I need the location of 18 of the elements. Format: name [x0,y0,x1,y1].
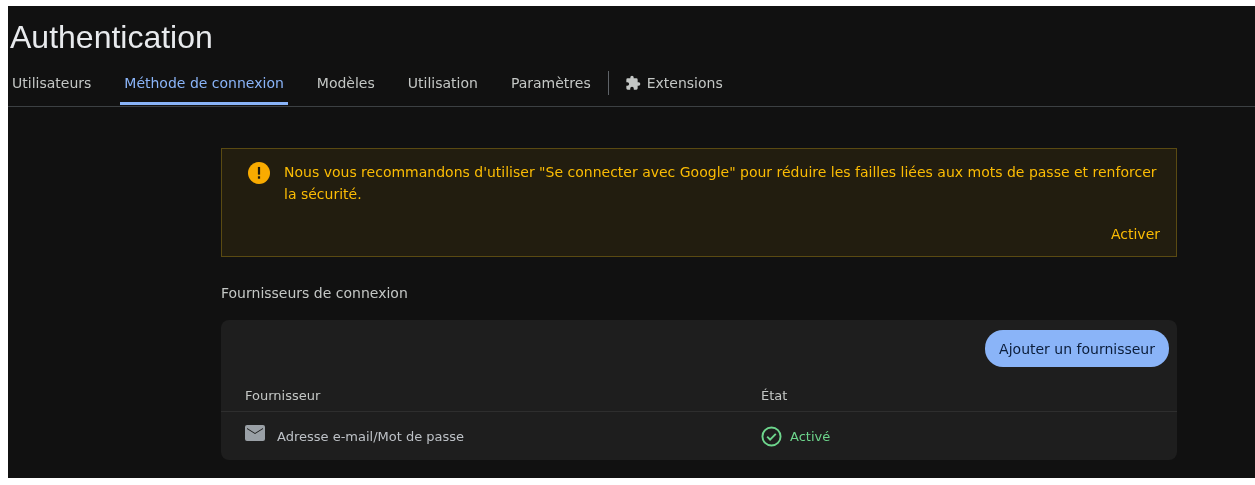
column-header: Fournisseur [245,388,322,405]
page-title: Authentication [9,18,214,57]
tab[interactable]: Utilisateurs [8,61,96,105]
tab[interactable]: Extensions [620,61,727,105]
warning-message: Nous vous recommandons d'utiliser "Se connecter avec Google" pour réduire les failles liées aux mots de passe et renforcer la sécurité. [284,163,1158,204]
tab[interactable]: Utilisation [403,61,482,105]
column-header: État [761,388,789,405]
tab[interactable]: Paramètres [506,61,595,105]
status-text: Activé [790,428,831,444]
section-heading: Fournisseurs de connexion [221,285,409,301]
activate-link[interactable]: Activer [1110,222,1160,246]
tab[interactable]: Modèles [312,61,379,105]
warning-icon [248,162,270,184]
tab[interactable]: Méthode de connexion [120,61,288,105]
envelope-icon [245,425,265,441]
add-provider-button[interactable]: Ajouter un fournisseur [985,330,1169,367]
provider-name: Adresse e-mail/Mot de passe [277,428,465,444]
puzzle-icon [624,75,641,91]
